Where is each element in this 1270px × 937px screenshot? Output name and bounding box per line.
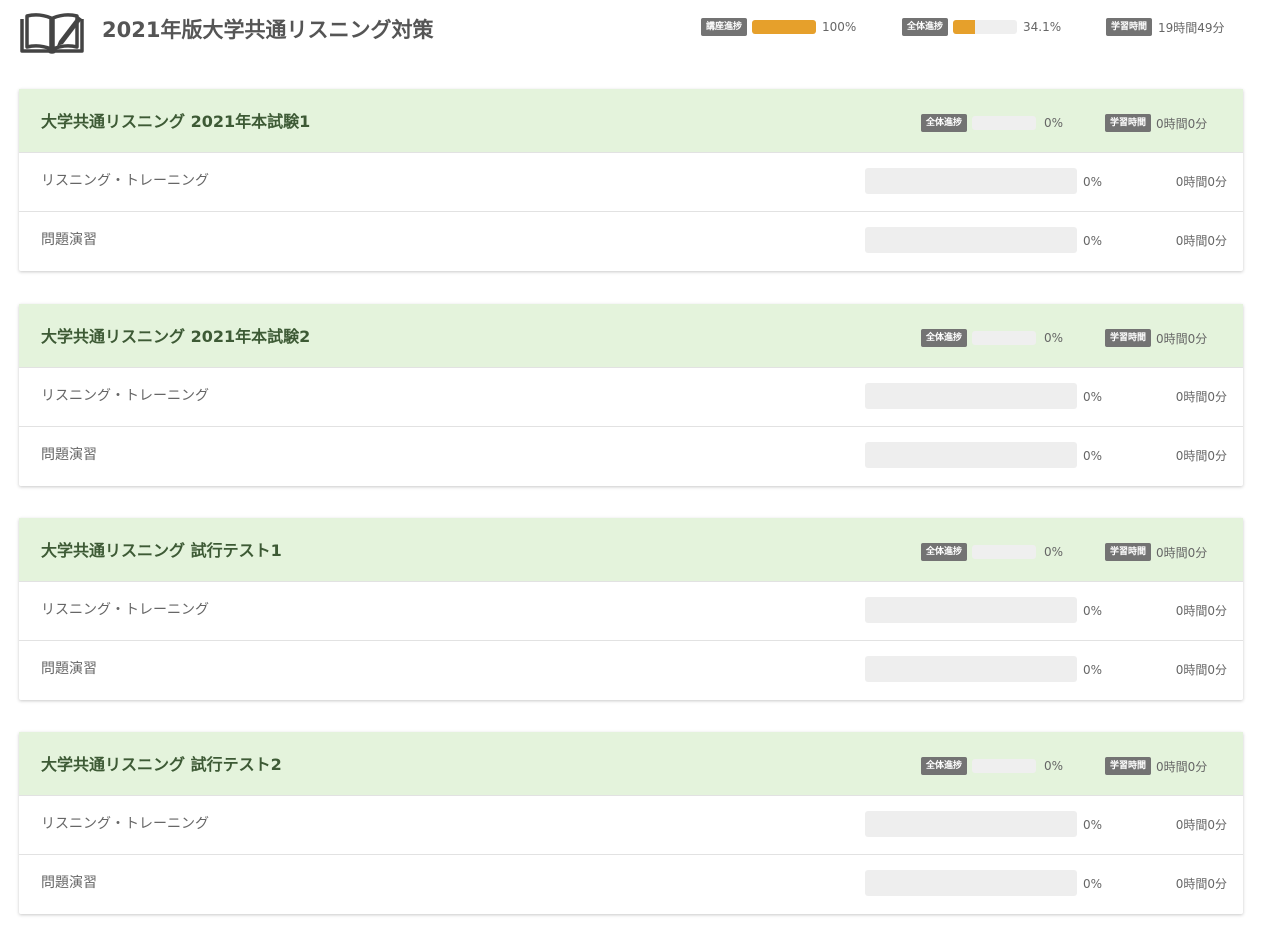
lecture-progress-fill <box>752 20 817 34</box>
study-time-badge: 学習時間 <box>1106 18 1153 36</box>
lecture-progress-badge: 講座進捗 <box>701 18 748 36</box>
list-item[interactable]: 問題演習 0% 0時間0分 <box>19 640 1243 699</box>
section-progress-value: 0% <box>1044 116 1064 130</box>
list-item-label: リスニング・トレーニング <box>41 173 209 189</box>
list-item-progress-value: 0% <box>1083 604 1103 618</box>
list-item-progress-value: 0% <box>1083 449 1103 463</box>
list-item-progress-bar <box>865 442 1077 468</box>
overall-progress-bar <box>953 20 1018 34</box>
list-item-progress-bar <box>865 597 1077 623</box>
section-progress-value: 0% <box>1044 545 1064 559</box>
section-study-time-value: 0時間0分 <box>1156 545 1208 560</box>
list-item-study-time: 0時間0分 <box>1175 818 1227 832</box>
section-card: 大学共通リスニング 2021年本試験2 全体進捗 0% 学習時間 0時間0分 リ… <box>19 304 1243 486</box>
list-item-progress-bar <box>865 383 1077 409</box>
list-item-progress-bar <box>865 168 1077 194</box>
page-title: 2021年版大学共通リスニング対策 <box>102 18 434 42</box>
section-title: 大学共通リスニング 試行テスト1 <box>41 541 282 560</box>
section-title: 大学共通リスニング 2021年本試験1 <box>41 112 311 131</box>
section-header[interactable]: 大学共通リスニング 試行テスト2 全体進捗 0% 学習時間 0時間0分 <box>19 732 1243 795</box>
list-item[interactable]: リスニング・トレーニング 0% 0時間0分 <box>19 152 1243 211</box>
section-progress-badge: 全体進捗 <box>921 757 968 775</box>
section-progress-badge: 全体進捗 <box>921 329 968 347</box>
list-item-study-time: 0時間0分 <box>1175 390 1227 404</box>
list-item-study-time: 0時間0分 <box>1175 449 1227 463</box>
section-progress: 全体進捗 0% <box>921 756 1063 776</box>
overall-progress: 全体進捗 34.1% <box>902 17 1061 37</box>
list-item-study-time: 0時間0分 <box>1175 234 1227 248</box>
section-card: 大学共通リスニング 試行テスト1 全体進捗 0% 学習時間 0時間0分 リスニン… <box>19 518 1243 700</box>
list-item[interactable]: リスニング・トレーニング 0% 0時間0分 <box>19 367 1243 426</box>
section-progress-bar <box>972 331 1037 345</box>
section-study-time-value: 0時間0分 <box>1156 759 1208 774</box>
list-item-label: 問題演習 <box>41 875 97 891</box>
list-item-progress-value: 0% <box>1083 818 1103 832</box>
section-study-time-badge: 学習時間 <box>1105 543 1152 561</box>
list-item-label: 問題演習 <box>41 447 97 463</box>
section-card: 大学共通リスニング 2021年本試験1 全体進捗 0% 学習時間 0時間0分 リ… <box>19 89 1243 271</box>
section-progress: 全体進捗 0% <box>921 328 1063 348</box>
section-progress-bar <box>972 759 1037 773</box>
section-title: 大学共通リスニング 2021年本試験2 <box>41 327 311 346</box>
list-item-study-time: 0時間0分 <box>1175 877 1227 891</box>
list-item-progress-value: 0% <box>1083 877 1103 891</box>
section-progress-value: 0% <box>1044 331 1064 345</box>
section-study-time-badge: 学習時間 <box>1105 757 1152 775</box>
section-progress-badge: 全体進捗 <box>921 543 968 561</box>
lecture-progress-bar <box>752 20 817 34</box>
section-header[interactable]: 大学共通リスニング 試行テスト1 全体進捗 0% 学習時間 0時間0分 <box>19 518 1243 581</box>
section-title: 大学共通リスニング 試行テスト2 <box>41 755 282 774</box>
section-study-time: 学習時間 0時間0分 <box>1105 113 1207 133</box>
section-progress-bar <box>972 545 1037 559</box>
section-progress: 全体進捗 0% <box>921 113 1063 133</box>
list-item-progress-value: 0% <box>1083 390 1103 404</box>
list-item-study-time: 0時間0分 <box>1175 604 1227 618</box>
list-item[interactable]: 問題演習 0% 0時間0分 <box>19 211 1243 270</box>
list-item[interactable]: リスニング・トレーニング 0% 0時間0分 <box>19 795 1243 854</box>
list-item[interactable]: 問題演習 0% 0時間0分 <box>19 854 1243 913</box>
section-study-time-value: 0時間0分 <box>1156 116 1208 131</box>
list-item-label: 問題演習 <box>41 661 97 677</box>
section-card: 大学共通リスニング 試行テスト2 全体進捗 0% 学習時間 0時間0分 リスニン… <box>19 732 1243 914</box>
overall-progress-value: 34.1% <box>1023 20 1062 34</box>
lecture-progress: 講座進捗 100% <box>701 17 856 37</box>
section-study-time-badge: 学習時間 <box>1105 114 1152 132</box>
list-item[interactable]: リスニング・トレーニング 0% 0時間0分 <box>19 581 1243 640</box>
list-item-progress-bar <box>865 811 1077 837</box>
list-item-label: リスニング・トレーニング <box>41 816 209 832</box>
list-item-label: リスニング・トレーニング <box>41 388 209 404</box>
overall-progress-fill <box>953 20 975 34</box>
overall-progress-badge: 全体進捗 <box>902 18 949 36</box>
page-header: 2021年版大学共通リスニング対策 講座進捗 100% 全体進捗 34.1% 学… <box>0 0 1270 60</box>
section-progress-value: 0% <box>1044 759 1064 773</box>
open-book-pen-icon <box>20 13 84 54</box>
list-item-progress-bar <box>865 656 1077 682</box>
study-time-value: 19時間49分 <box>1158 20 1225 35</box>
list-item-label: 問題演習 <box>41 232 97 248</box>
section-study-time: 学習時間 0時間0分 <box>1105 542 1207 562</box>
section-study-time-value: 0時間0分 <box>1156 331 1208 346</box>
list-item-progress-value: 0% <box>1083 663 1103 677</box>
section-header[interactable]: 大学共通リスニング 2021年本試験1 全体進捗 0% 学習時間 0時間0分 <box>19 89 1243 152</box>
list-item-study-time: 0時間0分 <box>1175 175 1227 189</box>
list-item-progress-value: 0% <box>1083 234 1103 248</box>
section-header[interactable]: 大学共通リスニング 2021年本試験2 全体進捗 0% 学習時間 0時間0分 <box>19 304 1243 367</box>
list-item-study-time: 0時間0分 <box>1175 663 1227 677</box>
section-study-time: 学習時間 0時間0分 <box>1105 328 1207 348</box>
lecture-progress-value: 100% <box>822 20 857 34</box>
section-progress: 全体進捗 0% <box>921 542 1063 562</box>
list-item-progress-bar <box>865 870 1077 896</box>
list-item-label: リスニング・トレーニング <box>41 602 209 618</box>
study-time: 学習時間 19時間49分 <box>1106 17 1225 37</box>
section-progress-bar <box>972 116 1037 130</box>
list-item-progress-value: 0% <box>1083 175 1103 189</box>
section-progress-badge: 全体進捗 <box>921 114 968 132</box>
list-item[interactable]: 問題演習 0% 0時間0分 <box>19 426 1243 485</box>
section-study-time: 学習時間 0時間0分 <box>1105 756 1207 776</box>
section-study-time-badge: 学習時間 <box>1105 329 1152 347</box>
list-item-progress-bar <box>865 227 1077 253</box>
